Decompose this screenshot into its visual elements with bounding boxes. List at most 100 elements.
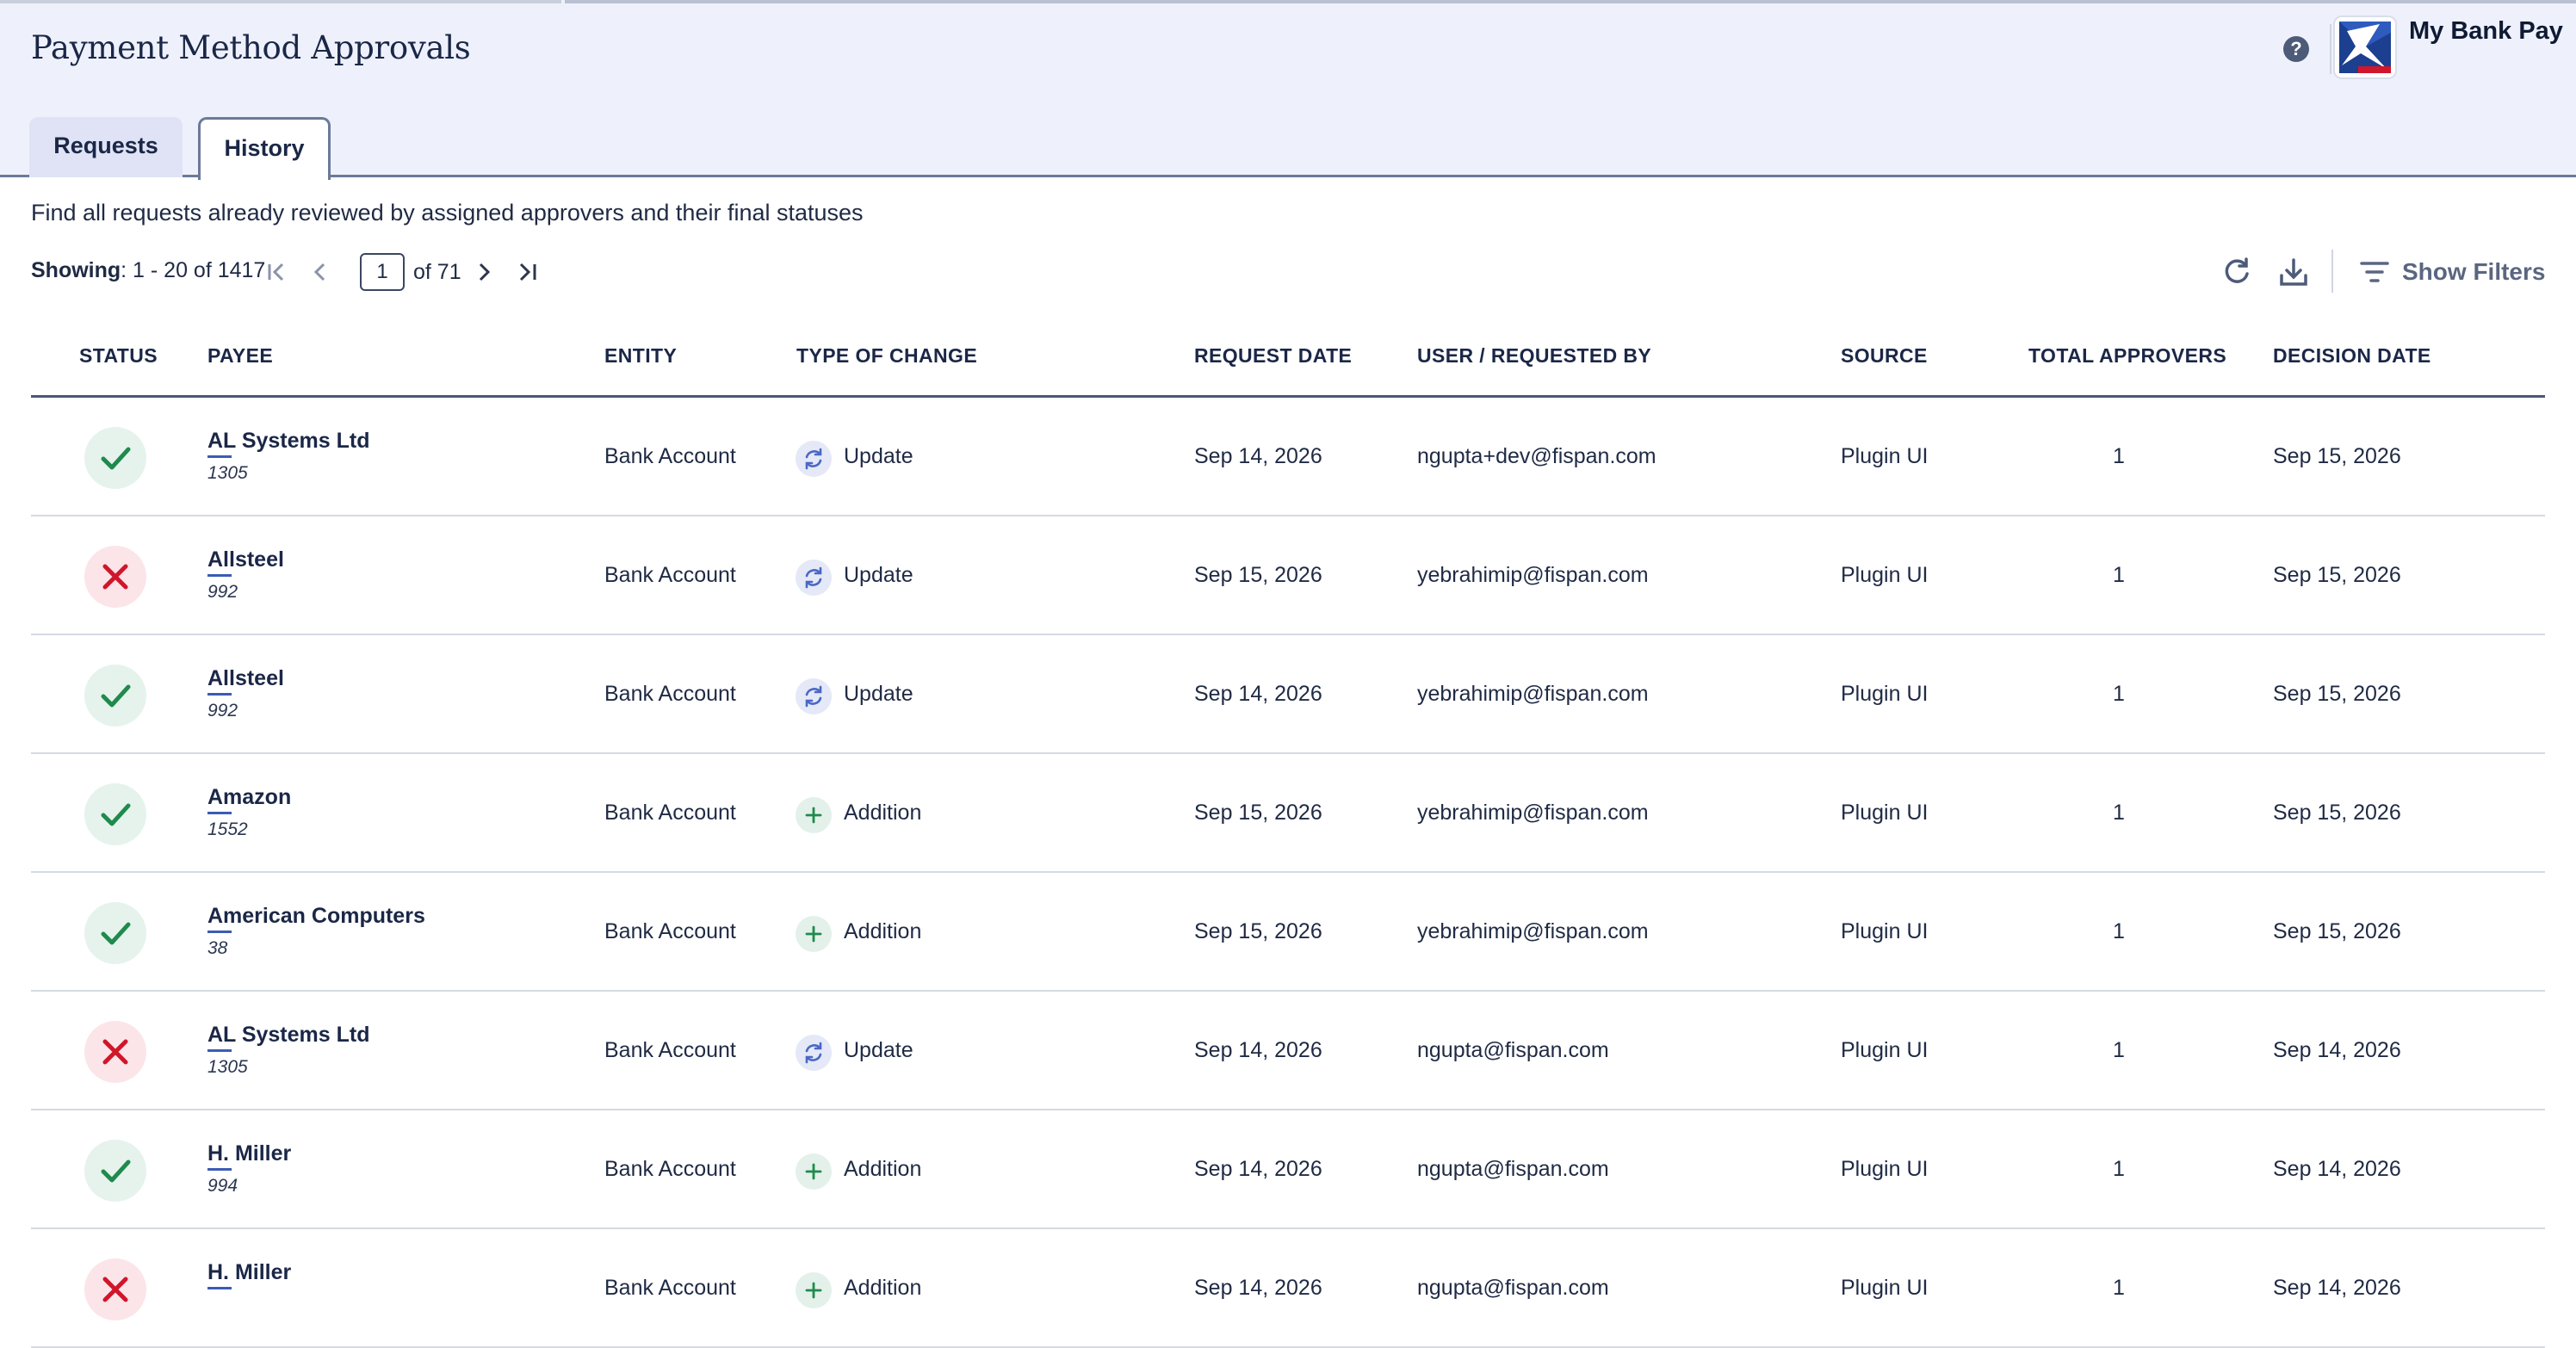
table-row[interactable]: Amazon 1552 Bank Account Addition Sep 15, 20…	[31, 754, 2545, 873]
bank-logo	[2335, 17, 2395, 77]
request-date-cell: Sep 14, 2026	[1194, 682, 1322, 706]
col-payee[interactable]: PAYEE	[207, 344, 273, 368]
payee-cell: Allsteel 992	[207, 666, 284, 721]
payee-name[interactable]: Allsteel	[207, 666, 284, 691]
payee-cell: AL Systems Ltd 1305	[207, 1023, 369, 1078]
header-bar: Payment Method Approvals ? My Bank Pay	[0, 0, 2576, 177]
showing-label: Showing	[31, 258, 121, 282]
refresh-icon[interactable]	[2218, 253, 2256, 291]
col-status[interactable]: STATUS	[79, 344, 158, 368]
requested-by-cell: ngupta@fispan.com	[1417, 1157, 1609, 1181]
tab-requests[interactable]: Requests	[29, 117, 183, 177]
showing-range: : 1 - 20 of 1417	[121, 258, 266, 282]
showing-summary: Showing: 1 - 20 of 1417	[31, 258, 265, 283]
table-row[interactable]: AL Systems Ltd 1305 Bank Account Update Sep …	[31, 398, 2545, 516]
page-number-input[interactable]: 1	[360, 253, 405, 291]
payee-cell: Allsteel 992	[207, 547, 284, 603]
payee-name[interactable]: AL Systems Ltd	[207, 429, 369, 454]
col-requested-by[interactable]: USER / REQUESTED BY	[1417, 344, 1651, 368]
decision-date-cell: Sep 14, 2026	[2273, 1157, 2401, 1181]
table-header: STATUS PAYEE ENTITY TYPE OF CHANGE REQUE…	[31, 318, 2545, 398]
help-icon[interactable]: ?	[2283, 36, 2309, 62]
source-cell: Plugin UI	[1841, 801, 1929, 825]
requested-by-cell: ngupta@fispan.com	[1417, 1276, 1609, 1300]
payee-underline	[207, 1168, 232, 1171]
source-cell: Plugin UI	[1841, 1157, 1929, 1181]
filter-icon	[2360, 262, 2389, 282]
rejected-x-icon	[84, 1021, 146, 1083]
entity-cell: Bank Account	[604, 919, 736, 943]
total-approvers-cell: 1	[2113, 563, 2125, 587]
decision-date-cell: Sep 15, 2026	[2273, 919, 2401, 943]
payee-id: 994	[207, 1176, 238, 1196]
update-sync-icon	[796, 1035, 832, 1071]
entity-cell: Bank Account	[604, 1157, 736, 1181]
col-request-date[interactable]: REQUEST DATE	[1194, 344, 1352, 368]
col-entity[interactable]: ENTITY	[604, 344, 677, 368]
table-row[interactable]: H. Miller Bank Account Addition Sep 14, 202…	[31, 1229, 2545, 1348]
col-total-approvers[interactable]: TOTAL APPROVERS	[2028, 344, 2226, 368]
payee-name[interactable]: H. Miller	[207, 1141, 291, 1166]
col-decision-date[interactable]: DECISION DATE	[2273, 344, 2431, 368]
requested-by-cell: yebrahimip@fispan.com	[1417, 801, 1649, 825]
total-approvers-cell: 1	[2113, 919, 2125, 943]
page-title: Payment Method Approvals	[31, 29, 471, 66]
approved-check-icon	[84, 427, 146, 489]
decision-date-cell: Sep 15, 2026	[2273, 563, 2401, 587]
show-filters-button[interactable]: Show Filters	[2359, 253, 2545, 291]
request-date-cell: Sep 14, 2026	[1194, 1276, 1322, 1300]
approved-check-icon	[84, 902, 146, 964]
requested-by-cell: yebrahimip@fispan.com	[1417, 563, 1649, 587]
show-filters-label: Show Filters	[2402, 258, 2546, 285]
table-row[interactable]: Allsteel 992 Bank Account Update Sep 15, 202…	[31, 516, 2545, 635]
rejected-x-icon	[84, 546, 146, 608]
type-of-change-cell: Update	[844, 682, 913, 706]
payee-id: 992	[207, 582, 238, 602]
table-row[interactable]: Allsteel 992 Bank Account Update Sep 14, 202…	[31, 635, 2545, 754]
payee-name[interactable]: Amazon	[207, 785, 291, 810]
toolbar-divider	[2331, 250, 2333, 293]
addition-plus-icon	[796, 1153, 832, 1190]
payee-name[interactable]: H. Miller	[207, 1260, 291, 1285]
table-row[interactable]: H. Miller 994 Bank Account Addition Sep 14, …	[31, 1110, 2545, 1229]
payee-underline	[207, 455, 232, 458]
col-source[interactable]: SOURCE	[1841, 344, 1928, 368]
page-description: Find all requests already reviewed by as…	[31, 200, 864, 226]
source-cell: Plugin UI	[1841, 1038, 1929, 1062]
payee-cell: H. Miller	[207, 1260, 291, 1295]
first-page-icon[interactable]	[262, 257, 293, 288]
next-page-icon[interactable]	[468, 257, 499, 288]
payee-underline	[207, 693, 232, 696]
total-approvers-cell: 1	[2113, 801, 2125, 825]
request-date-cell: Sep 14, 2026	[1194, 1038, 1322, 1062]
payee-name[interactable]: American Computers	[207, 904, 425, 929]
table-row[interactable]: American Computers 38 Bank Account Addition…	[31, 873, 2545, 992]
source-cell: Plugin UI	[1841, 1276, 1929, 1300]
payee-underline	[207, 931, 232, 933]
tab-history[interactable]: History	[198, 117, 331, 180]
entity-cell: Bank Account	[604, 563, 736, 587]
payee-cell: H. Miller 994	[207, 1141, 291, 1197]
type-of-change-cell: Update	[844, 444, 913, 468]
prev-page-icon[interactable]	[305, 257, 336, 288]
header-divider	[2330, 24, 2331, 74]
payee-cell: AL Systems Ltd 1305	[207, 429, 369, 484]
download-icon[interactable]	[2275, 253, 2313, 291]
payee-name[interactable]: Allsteel	[207, 547, 284, 572]
payee-cell: Amazon 1552	[207, 785, 291, 840]
update-sync-icon	[796, 441, 832, 477]
table-row[interactable]: AL Systems Ltd 1305 Bank Account Update Sep …	[31, 992, 2545, 1110]
payee-name[interactable]: AL Systems Ltd	[207, 1023, 369, 1048]
payee-id: 1305	[207, 463, 248, 483]
total-approvers-cell: 1	[2113, 1276, 2125, 1300]
request-date-cell: Sep 14, 2026	[1194, 444, 1322, 468]
top-progress-line	[0, 0, 561, 3]
payee-id: 1305	[207, 1057, 248, 1077]
entity-cell: Bank Account	[604, 682, 736, 706]
requested-by-cell: yebrahimip@fispan.com	[1417, 919, 1649, 943]
last-page-icon[interactable]	[511, 257, 542, 288]
col-type-of-change[interactable]: TYPE OF CHANGE	[796, 344, 977, 368]
addition-plus-icon	[796, 797, 832, 833]
payee-id: 1552	[207, 819, 248, 839]
payee-underline	[207, 1049, 232, 1052]
